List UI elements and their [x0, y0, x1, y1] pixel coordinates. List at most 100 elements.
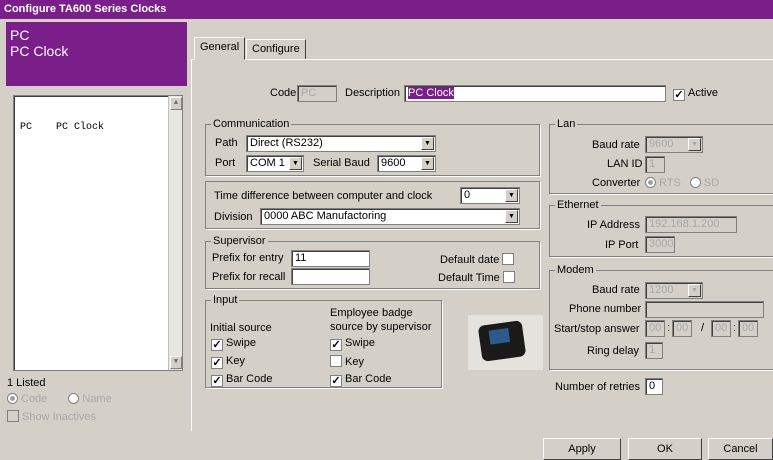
chevron-down-icon[interactable]: ▼ — [688, 284, 701, 297]
chevron-down-icon[interactable]: ▼ — [421, 137, 434, 150]
retries-label: Number of retries — [555, 381, 640, 393]
path-label: Path — [215, 137, 238, 149]
supervisor-barcode-checkbox[interactable]: ✓ — [330, 375, 342, 387]
converter-sd-radio[interactable] — [689, 177, 701, 188]
supervisor-swipe-option: ✓ Swipe — [330, 337, 375, 351]
ip-address-field[interactable]: 192.168.1.200 — [645, 216, 737, 233]
show-inactives-checkbox[interactable] — [7, 410, 19, 422]
default-time-label: Default Time — [438, 272, 500, 284]
list-item[interactable]: PC PC Clock — [20, 122, 182, 133]
chevron-down-icon[interactable]: ▼ — [421, 157, 434, 170]
prefix-entry-field[interactable]: 11 — [291, 250, 370, 267]
serial-baud-label: Serial Baud — [313, 157, 370, 169]
clock-device-icon — [477, 320, 527, 362]
phone-number-field[interactable] — [645, 301, 764, 318]
lan-title: Lan — [555, 118, 578, 130]
ring-delay-field[interactable]: 1 — [645, 342, 663, 359]
clock-device-image — [468, 315, 543, 370]
supervisor-swipe-checkbox[interactable]: ✓ — [330, 339, 342, 351]
prefix-recall-label: Prefix for recall — [212, 271, 286, 283]
list-scrollbar[interactable]: ▲ ▼ — [168, 96, 182, 370]
code-label: Code — [270, 87, 297, 99]
time-diff-select[interactable]: 0 ▼ — [460, 187, 520, 204]
supervisor-barcode-option: ✓ Bar Code — [330, 373, 391, 387]
initial-barcode-checkbox[interactable]: ✓ — [211, 375, 223, 387]
device-screen — [488, 328, 511, 345]
supervisor-key-option: Key — [330, 355, 364, 368]
header-code: PC — [10, 27, 30, 43]
supervisor-key-label: Key — [345, 356, 364, 368]
clock-list[interactable]: PC PC Clock ▲ ▼ — [13, 95, 183, 371]
window-title: Configure TA600 Series Clocks — [0, 0, 773, 19]
supervisor-barcode-label: Bar Code — [345, 373, 392, 385]
cancel-button[interactable]: Cancel — [708, 438, 773, 460]
ip-port-field[interactable]: 3000 — [645, 236, 675, 253]
lan-baud-value: 9600 — [649, 138, 674, 150]
serial-baud-value: 9600 — [381, 157, 406, 169]
supervisor-swipe-label: Swipe — [345, 337, 375, 349]
start-minute-field[interactable]: 00 — [672, 320, 692, 337]
phone-number-label: Phone number — [569, 303, 642, 315]
left-pane: PC PC Clock PC PC Clock ▲ ▼ 1 Listed Cod… — [6, 22, 187, 446]
ip-port-label: IP Port — [605, 239, 639, 251]
retries-field[interactable]: 0 — [645, 378, 663, 395]
chevron-down-icon[interactable]: ▼ — [688, 138, 701, 151]
sort-name-label: Name — [82, 393, 112, 405]
converter-rts-label: RTS — [659, 177, 681, 189]
lan-id-field[interactable]: 1 — [645, 156, 665, 173]
start-stop-label: Start/stop answer — [554, 323, 640, 335]
default-date-option: Default date — [440, 253, 517, 266]
converter-rts-radio[interactable] — [645, 177, 656, 188]
time-diff-value: 0 — [464, 189, 471, 201]
port-select[interactable]: COM 1 ▼ — [246, 155, 304, 172]
sort-options: Code Name — [7, 393, 112, 405]
supervisor-key-checkbox[interactable] — [330, 355, 342, 367]
header-description: PC Clock — [10, 43, 69, 59]
converter-sd-label: SD — [703, 177, 720, 189]
code-field[interactable]: PC — [297, 85, 337, 102]
default-date-label: Default date — [440, 254, 500, 266]
show-inactives-label: Show Inactives — [22, 411, 96, 423]
supervisor-title: Supervisor — [211, 235, 268, 247]
tab-configure[interactable]: Configure — [246, 39, 306, 60]
modem-baud-value: 1200 — [649, 284, 674, 296]
sort-code-label: Code — [21, 393, 48, 405]
apply-button[interactable]: Apply — [543, 438, 621, 460]
modem-baud-select[interactable]: 1200 ▼ — [645, 282, 703, 299]
active-checkbox[interactable]: ✓ — [673, 89, 685, 101]
serial-baud-select[interactable]: 9600 ▼ — [377, 155, 436, 172]
chevron-down-icon[interactable]: ▼ — [505, 210, 518, 223]
ok-button[interactable]: OK — [628, 438, 702, 460]
sort-code-radio[interactable] — [7, 393, 18, 404]
tab-general[interactable]: General — [194, 37, 246, 60]
chevron-down-icon[interactable]: ▼ — [505, 189, 518, 202]
sort-name-radio[interactable] — [68, 393, 80, 404]
default-time-checkbox[interactable] — [502, 271, 515, 283]
lan-baud-select[interactable]: 9600 ▼ — [645, 136, 703, 153]
scroll-down-icon[interactable]: ▼ — [170, 356, 182, 369]
active-option: ✓ Active — [673, 87, 718, 101]
initial-source-label: Initial source — [210, 322, 272, 334]
input-title: Input — [211, 294, 240, 306]
stop-hour-field[interactable]: 00 — [711, 320, 731, 337]
start-stop-separator: / — [701, 322, 705, 334]
initial-swipe-checkbox[interactable]: ✓ — [211, 339, 223, 351]
division-select[interactable]: 0000 ABC Manufactoring ▼ — [260, 208, 520, 225]
initial-key-checkbox[interactable]: ✓ — [211, 357, 223, 369]
stop-minute-field[interactable]: 00 — [738, 320, 758, 337]
start-hour-field[interactable]: 00 — [645, 320, 665, 337]
division-value: 0000 ABC Manufactoring — [264, 210, 387, 222]
ethernet-title: Ethernet — [555, 199, 601, 211]
time-diff-label: Time difference between computer and clo… — [214, 190, 433, 202]
path-select[interactable]: Direct (RS232) ▼ — [246, 135, 436, 152]
prefix-recall-field[interactable] — [291, 268, 370, 285]
lan-id-label: LAN ID — [607, 158, 643, 170]
default-date-checkbox[interactable] — [502, 253, 515, 265]
description-field[interactable]: PC Clock — [404, 85, 666, 102]
selected-clock-header: PC PC Clock — [6, 22, 187, 86]
initial-key-option: ✓ Key — [211, 355, 245, 369]
active-label: Active — [688, 87, 718, 99]
scroll-up-icon[interactable]: ▲ — [170, 97, 182, 110]
chevron-down-icon[interactable]: ▼ — [289, 157, 302, 170]
listed-count: 1 Listed — [7, 377, 46, 389]
